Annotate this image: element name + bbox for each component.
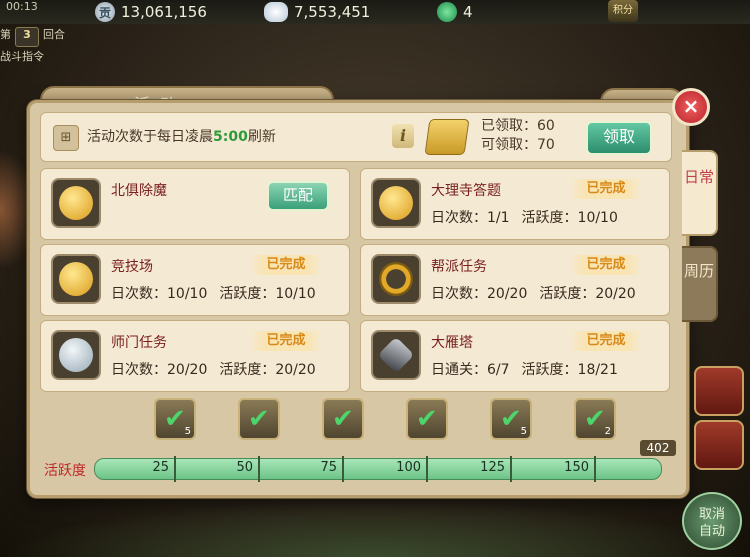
reward-chest[interactable]: ✔	[322, 398, 364, 440]
reward-chest[interactable]: ✔ 5	[154, 398, 196, 440]
check-icon: ✔	[500, 404, 522, 434]
activity-card[interactable]: 大理寺答题 已完成 日次数：1/1 活跃度：10/10	[360, 168, 670, 240]
check-icon: ✔	[248, 404, 270, 434]
silver-coin-icon: 贡	[95, 2, 115, 22]
milestone-mark	[426, 456, 428, 482]
side-skill-button[interactable]	[694, 366, 744, 416]
milestone-label: 75	[320, 460, 337, 475]
cloud-coin-icon	[264, 2, 288, 22]
activity-card[interactable]: 北俱除魔 匹配	[40, 168, 350, 240]
activity-list: 北俱除魔 匹配 大理寺答题 已完成 日次数：1/1 活跃度：10/10 竞技场 已…	[40, 162, 670, 392]
gold-token-icon	[371, 178, 421, 228]
claim-button[interactable]: 领取	[586, 121, 652, 155]
jade-currency: 4	[437, 2, 473, 22]
activity-stats: 日次数：20/20 活跃度：20/20	[431, 286, 636, 302]
jade-coin-icon	[437, 2, 457, 22]
claimable-count: 可领取：70	[481, 137, 555, 153]
gold-token-icon	[51, 178, 101, 228]
refresh-time: 5:00	[213, 129, 248, 145]
battle-command-button[interactable]: 战斗指令	[0, 48, 44, 64]
side-skill-button[interactable]	[694, 420, 744, 470]
activeness-total: 402	[640, 440, 676, 456]
activity-name: 大雁塔	[431, 335, 473, 351]
activity-name: 帮派任务	[431, 259, 487, 275]
milestone-mark	[594, 456, 596, 482]
info-button[interactable]: i	[392, 124, 414, 148]
completed-badge: 已完成	[569, 179, 643, 199]
close-button[interactable]: ×	[672, 88, 710, 126]
reward-chest[interactable]: ✔ 2	[574, 398, 616, 440]
clock: 00:13	[6, 0, 38, 13]
round-indicator: 第 3 回合	[0, 26, 95, 47]
completed-badge: 已完成	[569, 331, 643, 351]
reward-chest[interactable]: ✔ 5	[490, 398, 532, 440]
activeness-progress-bar: 25 50 75 100 125 150	[94, 456, 662, 482]
milestone-label: 25	[152, 460, 169, 475]
info-bar: ⊞ 活动次数于每日凌晨5:00刷新 i 已领取：60 可领取：70 领取	[40, 112, 672, 162]
gold-token-icon	[51, 254, 101, 304]
cloud-amount: 7,553,451	[294, 3, 371, 21]
refresh-notice: 活动次数于每日凌晨5:00刷新	[87, 129, 276, 145]
activity-stats: 日通关：6/7 活跃度：18/21	[431, 362, 618, 378]
calendar-icon: ⊞	[53, 125, 79, 151]
milestone-mark	[342, 456, 344, 482]
silver-coin-icon	[51, 330, 101, 380]
top-currency-bar: 00:13 贡 13,061,156 7,553,451 4 积分	[0, 0, 750, 24]
milestone-mark	[258, 456, 260, 482]
activity-name: 北俱除魔	[111, 183, 167, 199]
reward-chest[interactable]: ✔	[238, 398, 280, 440]
claim-stats: 已领取：60 可领取：70	[481, 117, 555, 155]
scene-glow-bottom	[0, 500, 750, 557]
activity-card[interactable]: 大雁塔 已完成 日通关：6/7 活跃度：18/21	[360, 320, 670, 392]
claimed-count: 已领取：60	[481, 118, 555, 134]
completed-badge: 已完成	[249, 255, 323, 275]
activity-card[interactable]: 竞技场 已完成 日次数：10/10 活跃度：10/10	[40, 244, 350, 316]
tower-icon	[371, 330, 421, 380]
milestone-mark	[510, 456, 512, 482]
activity-stats: 日次数：1/1 活跃度：10/10	[431, 210, 618, 226]
silver-amount: 13,061,156	[121, 3, 207, 21]
points-icon[interactable]: 积分	[608, 0, 638, 22]
gold-ring-icon	[371, 254, 421, 304]
reward-chest[interactable]: ✔	[406, 398, 448, 440]
check-icon: ✔	[584, 404, 606, 434]
milestone-label: 125	[480, 460, 505, 475]
activity-card[interactable]: 师门任务 已完成 日次数：20/20 活跃度：20/20	[40, 320, 350, 392]
completed-badge: 已完成	[569, 255, 643, 275]
activity-stats: 日次数：10/10 活跃度：10/10	[111, 286, 316, 302]
milestone-label: 100	[396, 460, 421, 475]
tab-daily[interactable]: 日常	[682, 150, 718, 236]
jade-amount: 4	[463, 3, 473, 21]
tab-weekly[interactable]: 周历	[682, 246, 718, 322]
reward-chest-row: ✔ 5 ✔ ✔ ✔ ✔ 5 ✔ 2	[40, 398, 670, 448]
activeness-label: 活跃度	[44, 463, 86, 479]
milestone-label: 150	[564, 460, 589, 475]
activity-name: 大理寺答题	[431, 183, 501, 199]
activity-stats: 日次数：20/20 活跃度：20/20	[111, 362, 316, 378]
activity-name: 竞技场	[111, 259, 153, 275]
completed-badge: 已完成	[249, 331, 323, 351]
round-number: 3	[15, 27, 39, 47]
check-icon: ✔	[416, 404, 438, 434]
milestone-label: 50	[236, 460, 253, 475]
match-button[interactable]: 匹配	[267, 181, 329, 211]
silver-currency: 贡 13,061,156	[95, 2, 207, 22]
gift-box-icon	[424, 119, 470, 155]
activity-card[interactable]: 帮派任务 已完成 日次数：20/20 活跃度：20/20	[360, 244, 670, 316]
milestone-mark	[174, 456, 176, 482]
cancel-auto-button[interactable]: 取消 自动	[682, 492, 742, 550]
check-icon: ✔	[164, 404, 186, 434]
check-icon: ✔	[332, 404, 354, 434]
cloud-currency: 7,553,451	[264, 2, 370, 22]
activity-name: 师门任务	[111, 335, 167, 351]
